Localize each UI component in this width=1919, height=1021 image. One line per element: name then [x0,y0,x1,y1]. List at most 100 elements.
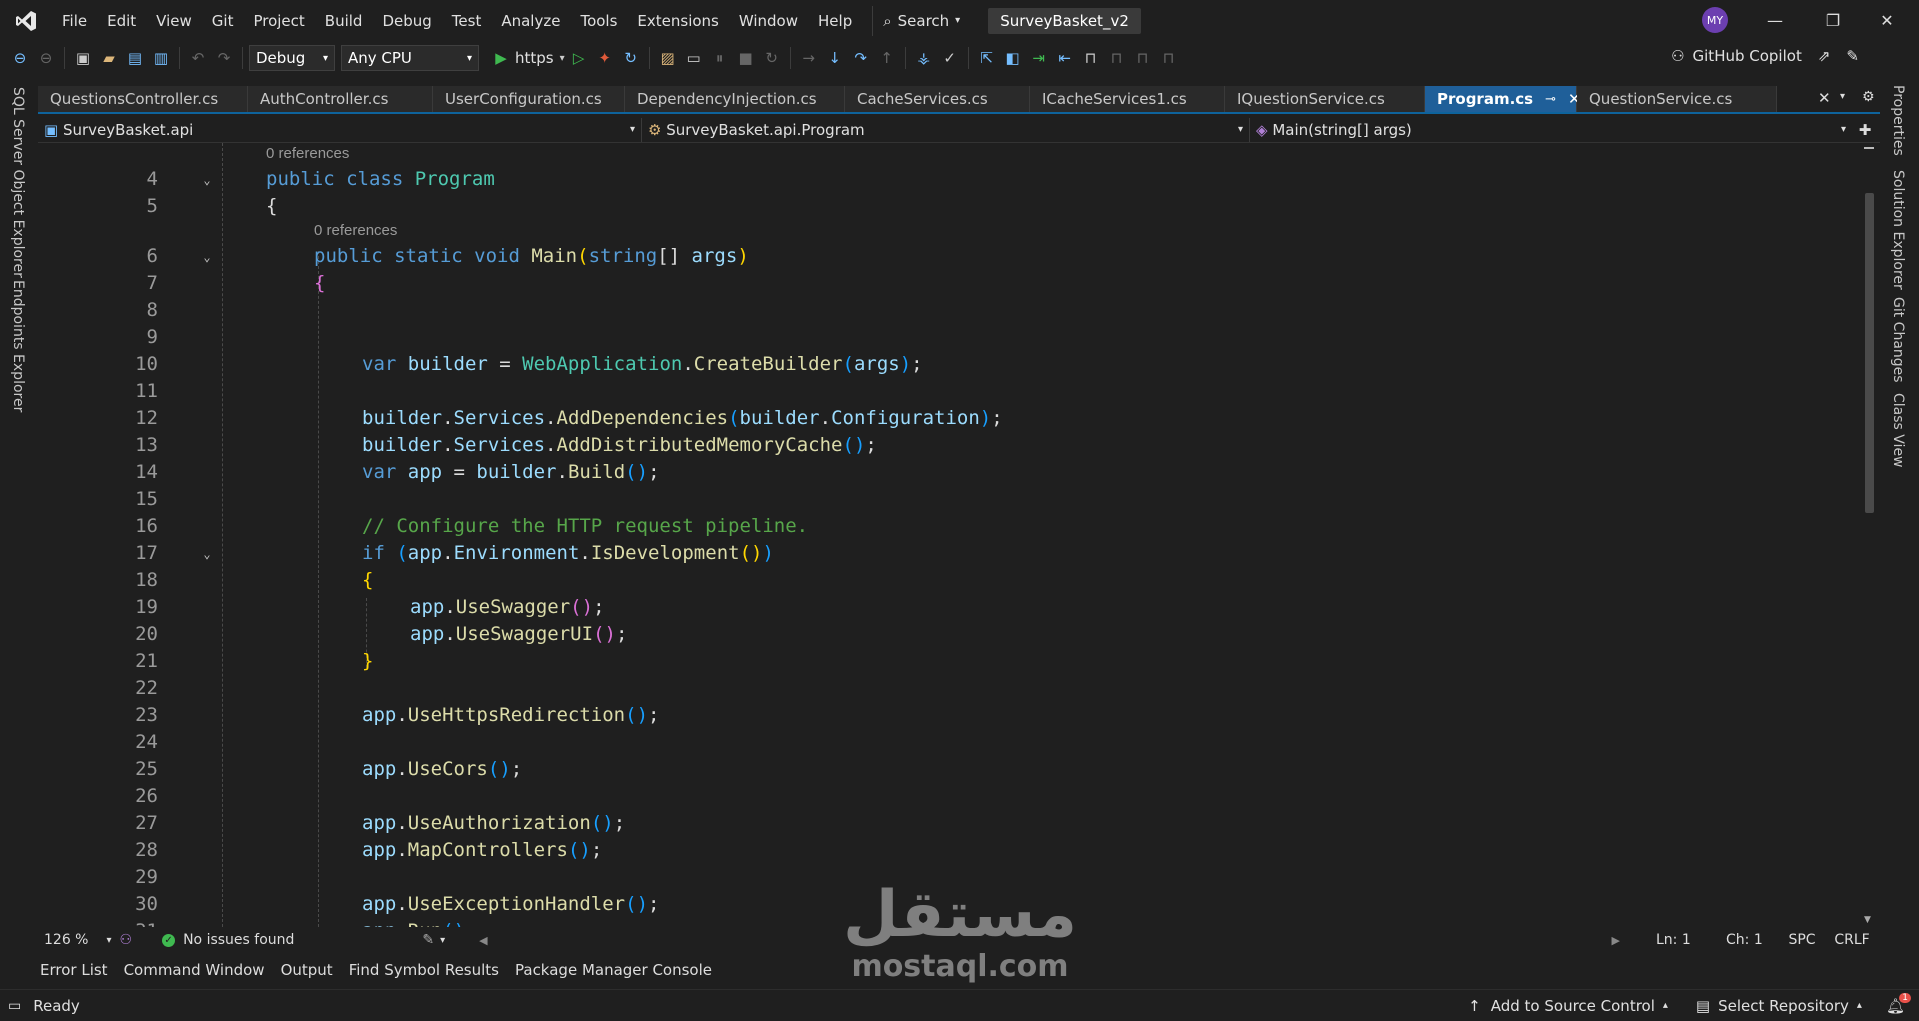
tab-questionservice-cs[interactable]: QuestionService.cs [1577,86,1777,112]
new-project-icon[interactable]: ▣ [71,46,95,70]
spell-check-icon[interactable]: ✓ [938,46,962,70]
bottom-tab-output[interactable]: Output [281,961,333,979]
column-number[interactable]: Ch: 1 [1726,932,1780,948]
issues-label[interactable]: No issues found [183,932,294,948]
brush-icon[interactable]: ✎ [422,932,434,948]
browse-folder-icon[interactable]: ▨ [656,46,680,70]
copilot-status-icon[interactable]: ⚇ [120,932,133,948]
notifications-bell-icon[interactable]: 🔔︎ 1 [1886,992,1911,1015]
pause-icon[interactable]: ⏸ [708,46,732,70]
solution-explorer-tab[interactable]: Solution Explorer [1890,170,1906,290]
tab-userconfiguration-cs[interactable]: UserConfiguration.cs [433,86,625,112]
menu-item-edit[interactable]: Edit [97,6,146,36]
menu-item-build[interactable]: Build [315,6,373,36]
tab-authcontroller-cs[interactable]: AuthController.cs [248,86,433,112]
visual-studio-logo-icon[interactable] [0,0,52,41]
chevron-up-icon[interactable]: ▴ [1663,1000,1668,1011]
menu-item-extensions[interactable]: Extensions [627,6,728,36]
tab-program-cs[interactable]: Program.cs ⊸ ✕ [1425,86,1581,112]
menu-item-debug[interactable]: Debug [372,6,441,36]
start-debugging-icon[interactable]: ▶ [489,46,513,70]
chevron-up-icon[interactable]: ▴ [1857,1000,1862,1011]
close-window-icon[interactable]: ✕ [1872,8,1902,32]
github-copilot-button[interactable]: ⚇ GitHub Copilot ⇗ ✎ [1671,47,1859,65]
menu-item-help[interactable]: Help [808,6,862,36]
stop-icon[interactable]: ■ [734,46,758,70]
hot-reload-icon[interactable]: ✦ [593,46,617,70]
save-all-icon[interactable]: ▥ [149,46,173,70]
step-into-icon[interactable]: ↓ [823,46,847,70]
class-view-tab[interactable]: Class View [1890,393,1906,468]
back-icon[interactable]: ⊖ [8,46,32,70]
save-icon[interactable]: ▤ [123,46,147,70]
share-icon[interactable]: ⇗ [1818,47,1831,65]
undo-icon[interactable]: ↶ [186,46,210,70]
menu-item-view[interactable]: View [146,6,202,36]
menu-item-test[interactable]: Test [442,6,492,36]
scrollbar-thumb[interactable] [1865,193,1874,513]
type-dropdown[interactable]: ⚙ SurveyBasket.api.Program ▾ [642,117,1250,142]
diagnostics-icon[interactable]: ⚶ [912,46,936,70]
previous-bookmark-icon[interactable]: ⊓ [1105,46,1129,70]
bottom-tab-find-symbol-results[interactable]: Find Symbol Results [349,961,499,979]
select-repository[interactable]: Select Repository [1718,997,1849,1015]
bottom-tab-command-window[interactable]: Command Window [124,961,265,979]
close-all-icon[interactable]: ✕ [1818,89,1831,107]
git-changes-tab[interactable]: Git Changes [1890,297,1906,383]
layout-icon[interactable]: ▭ [682,46,706,70]
tab-dependencyinjection-cs[interactable]: DependencyInjection.cs [625,86,845,112]
whitespace-mode[interactable]: SPC [1780,932,1824,948]
line-ending[interactable]: CRLF [1824,932,1880,948]
endpoints-explorer-tab[interactable]: Endpoints Explorer [10,280,26,412]
chevron-down-icon[interactable]: ▾ [106,935,111,946]
split-editor-icon[interactable]: ✚ [1852,121,1878,139]
forward-icon[interactable]: ⊖ [34,46,58,70]
menu-item-analyze[interactable]: Analyze [491,6,570,36]
minimize-icon[interactable]: — [1760,8,1790,32]
bookmark-icon[interactable]: ⊓ [1079,46,1103,70]
scroll-left-icon[interactable]: ◀ [479,934,487,947]
sql-server-object-explorer-tab[interactable]: SQL Server Object Explorer [10,87,26,278]
feedback-icon[interactable]: ✎ [1846,47,1859,65]
code-lens-references[interactable]: 0 references [314,222,397,239]
tab-cacheservices-cs[interactable]: CacheServices.cs [845,86,1030,112]
tab-iquestionservice-cs[interactable]: IQuestionService.cs [1225,86,1425,112]
zoom-level[interactable]: 126 % [44,932,88,948]
configuration-dropdown[interactable]: Debug ▾ [249,45,335,71]
outdent-icon[interactable]: ⇤ [1053,46,1077,70]
step-over-icon[interactable]: ↷ [849,46,873,70]
indent-icon[interactable]: ⇥ [1027,46,1051,70]
platform-dropdown[interactable]: Any CPU ▾ [341,45,479,71]
settings-gear-icon[interactable]: ⚙ [1862,89,1875,105]
scroll-down-icon[interactable]: ▼ [1864,915,1871,925]
code-editor[interactable]: 0 references 4 ⌄ public class Program 5{0 re… [38,143,1858,927]
project-dropdown[interactable]: ▣ SurveyBasket.api ▾ [38,117,642,142]
refresh-icon[interactable]: ↻ [619,46,643,70]
chevron-down-icon[interactable]: ▾ [560,53,565,64]
next-bookmark-icon[interactable]: ⊓ [1131,46,1155,70]
clear-bookmarks-icon[interactable]: ⊓ [1157,46,1181,70]
code-lens-references[interactable]: 0 references [266,145,349,162]
menu-item-tools[interactable]: Tools [570,6,627,36]
restart-icon[interactable]: ↻ [760,46,784,70]
select-element-icon[interactable]: ⇱ [975,46,999,70]
line-number[interactable]: Ln: 1 [1656,932,1726,948]
chevron-down-icon[interactable]: ▾ [440,935,445,946]
step-out-icon[interactable]: ↑ [875,46,899,70]
collapse-chevron-icon[interactable]: ⌄ [200,173,214,187]
menu-item-window[interactable]: Window [729,6,808,36]
run-target-label[interactable]: https [515,49,554,67]
start-without-debugging-icon[interactable]: ▷ [567,46,591,70]
search-button[interactable]: ⌕ Search ▾ [872,5,970,36]
menu-item-git[interactable]: Git [202,6,244,36]
collapse-chevron-icon[interactable]: ⌄ [200,250,214,264]
user-avatar[interactable]: MY [1702,7,1728,33]
menu-item-file[interactable]: File [52,6,97,36]
scroll-right-icon[interactable]: ▶ [1612,934,1620,947]
restore-icon[interactable]: ❐ [1818,8,1848,32]
add-to-source-control[interactable]: Add to Source Control [1491,997,1655,1015]
vertical-scrollbar[interactable]: ▼ [1860,143,1878,927]
tab-questionscontroller-cs[interactable]: QuestionsController.cs [38,86,248,112]
tab-list-dropdown-icon[interactable]: ▾ [1840,91,1845,102]
pin-icon[interactable]: ⊸ [1545,92,1556,107]
